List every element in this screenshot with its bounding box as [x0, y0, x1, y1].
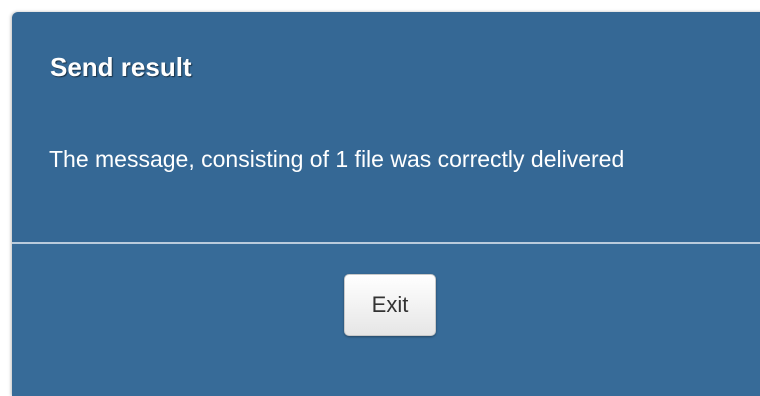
dialog-message: The message, consisting of 1 file was co… [49, 146, 625, 172]
page: Send result The message, consisting of 1… [0, 0, 760, 396]
dialog-title: Send result [50, 52, 192, 82]
exit-button[interactable]: Exit [344, 274, 436, 336]
send-result-dialog: Send result The message, consisting of 1… [12, 12, 760, 396]
